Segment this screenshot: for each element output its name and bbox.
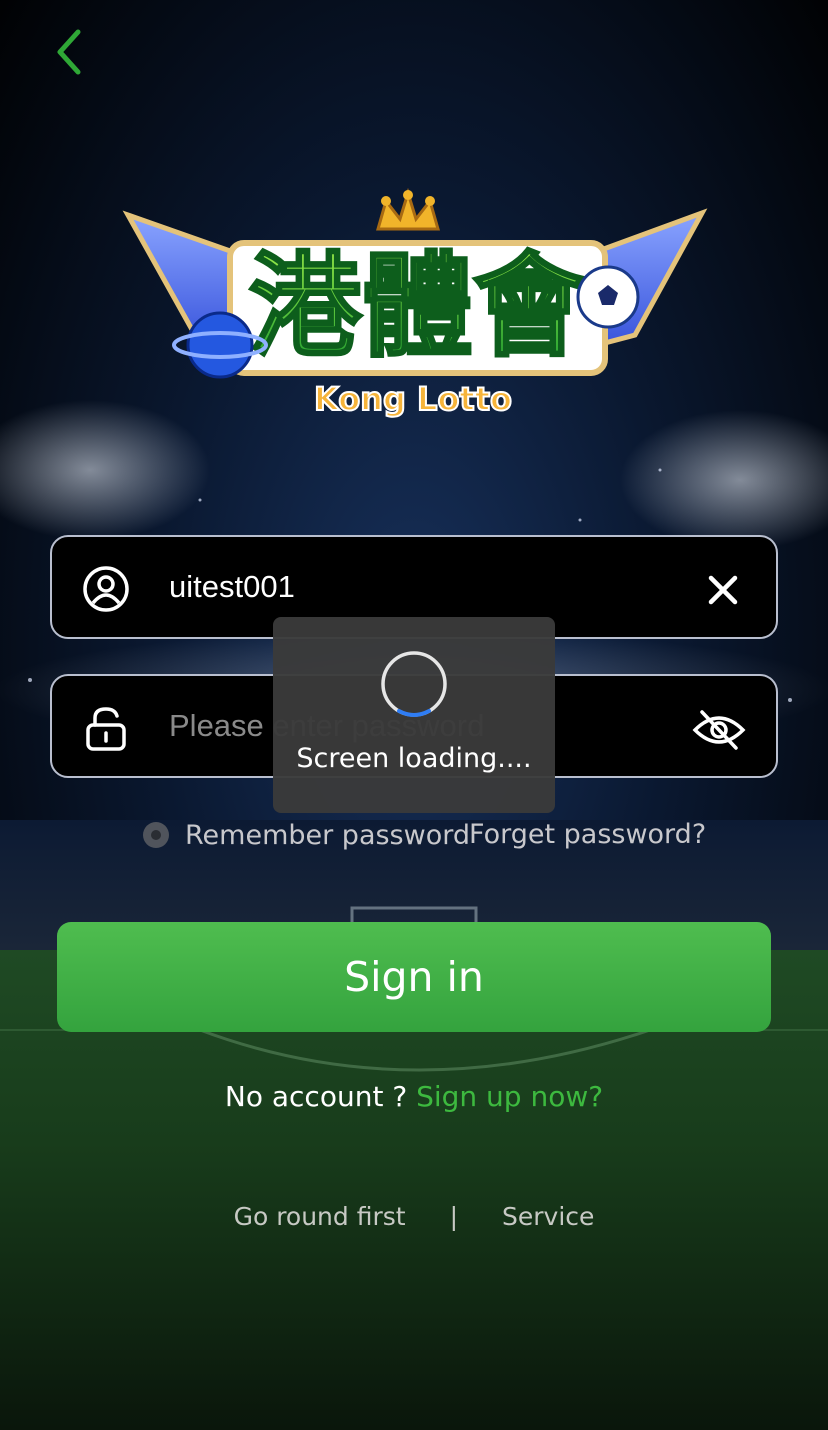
footer-separator: | bbox=[449, 1201, 459, 1231]
logo-subtitle: Kong Lotto bbox=[314, 380, 512, 418]
back-button[interactable] bbox=[40, 22, 100, 82]
remember-radio[interactable] bbox=[143, 822, 169, 848]
lock-icon bbox=[86, 707, 126, 751]
user-circle-icon bbox=[83, 566, 129, 612]
logo-title: 港體會 bbox=[249, 242, 586, 372]
eye-off-icon bbox=[692, 710, 746, 750]
clear-username-button[interactable] bbox=[702, 569, 744, 611]
brand-logo: 港體會 Kong Lotto bbox=[120, 185, 710, 425]
signup-prompt: No account ? Sign up now? bbox=[0, 1080, 828, 1113]
loading-toast: Screen loading.... bbox=[273, 617, 555, 813]
loading-spinner-icon bbox=[381, 651, 447, 717]
sign-up-link[interactable]: Sign up now? bbox=[416, 1080, 603, 1113]
close-icon bbox=[708, 575, 738, 605]
username-input[interactable]: uitest001 bbox=[169, 562, 649, 612]
service-link[interactable]: Service bbox=[502, 1202, 594, 1231]
footer-links: Go round first | Service bbox=[0, 1196, 828, 1236]
loading-text: Screen loading.... bbox=[296, 743, 532, 774]
no-account-text: No account ? bbox=[224, 1080, 417, 1113]
sign-in-button[interactable]: Sign in bbox=[57, 922, 771, 1032]
forget-password-link[interactable]: Forget password? bbox=[469, 815, 706, 855]
go-round-first-link[interactable]: Go round first bbox=[234, 1202, 406, 1231]
remember-password-toggle[interactable]: Remember password bbox=[143, 815, 470, 855]
remember-password-label: Remember password bbox=[185, 819, 470, 851]
toggle-password-visibility-button[interactable] bbox=[692, 708, 746, 752]
chevron-left-icon bbox=[57, 29, 81, 75]
